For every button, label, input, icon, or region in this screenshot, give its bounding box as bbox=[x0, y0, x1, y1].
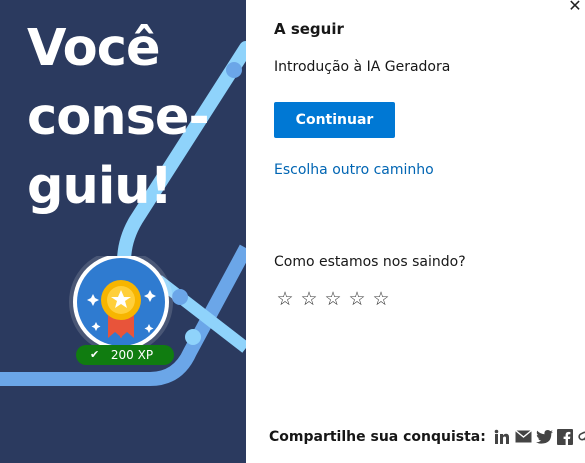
headline-line-2: conse- bbox=[27, 88, 210, 147]
headline-line-3: guiu! bbox=[27, 157, 173, 216]
celebration-panel: Você conse- guiu! ✔ 200 XP bbox=[0, 0, 246, 463]
next-steps-panel: ✕ A seguir Introdução à IA Geradora Cont… bbox=[246, 0, 585, 463]
twitter-icon[interactable] bbox=[535, 428, 553, 445]
star-2-icon[interactable]: ☆ bbox=[299, 289, 319, 309]
feedback-question: Como estamos nos saindo? bbox=[274, 254, 466, 270]
continue-button[interactable]: Continuar bbox=[274, 102, 395, 138]
next-module-name: Introdução à IA Geradora bbox=[274, 59, 451, 75]
choose-other-path-link[interactable]: Escolha outro caminho bbox=[274, 162, 434, 178]
next-section-title: A seguir bbox=[274, 20, 344, 38]
share-icons bbox=[494, 428, 585, 445]
link-icon[interactable] bbox=[578, 428, 585, 445]
xp-badge: ✔ 200 XP bbox=[76, 345, 174, 365]
star-5-icon[interactable]: ☆ bbox=[371, 289, 391, 309]
star-rating: ☆ ☆ ☆ ☆ ☆ bbox=[275, 289, 391, 309]
facebook-icon[interactable] bbox=[557, 428, 574, 445]
achievement-badge: ✔ 200 XP bbox=[66, 256, 176, 368]
share-section: Compartilhe sua conquista: bbox=[269, 428, 585, 445]
checkmark-icon: ✔ bbox=[90, 348, 100, 361]
email-icon[interactable] bbox=[514, 428, 532, 445]
xp-label: 200 XP bbox=[110, 348, 154, 362]
close-icon[interactable]: ✕ bbox=[565, 0, 585, 16]
star-1-icon[interactable]: ☆ bbox=[275, 289, 295, 309]
success-headline: Você conse- guiu! bbox=[27, 14, 210, 221]
share-label: Compartilhe sua conquista: bbox=[269, 428, 486, 445]
headline-line-1: Você bbox=[27, 19, 161, 78]
star-3-icon[interactable]: ☆ bbox=[323, 289, 343, 309]
star-4-icon[interactable]: ☆ bbox=[347, 289, 367, 309]
medal-icon bbox=[69, 256, 173, 354]
linkedin-icon[interactable] bbox=[494, 428, 511, 445]
